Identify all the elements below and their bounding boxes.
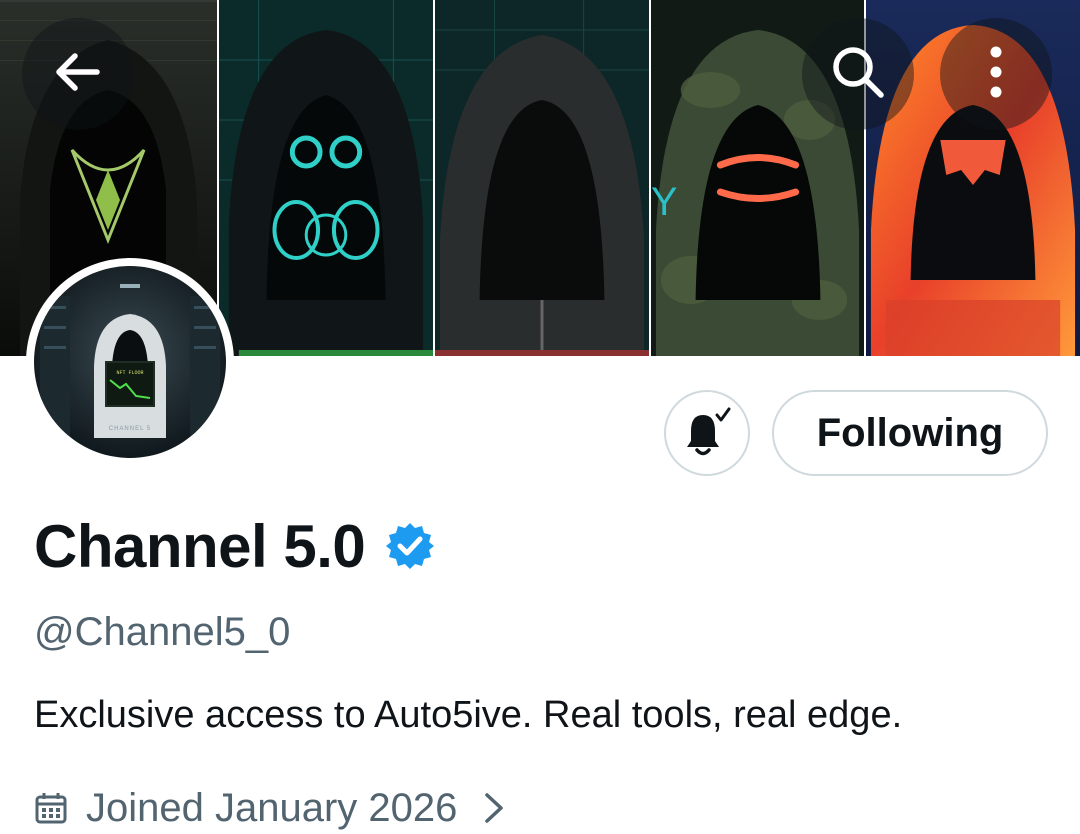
more-vertical-icon xyxy=(986,42,1006,107)
profile-page: Y NFT FLOOR CHANNEL 5 Following Channel … xyxy=(0,0,1080,834)
bell-check-icon xyxy=(679,403,735,464)
joined-date-text: Joined January 2026 xyxy=(86,785,458,830)
back-button[interactable] xyxy=(22,18,134,130)
avatar[interactable]: NFT FLOOR CHANNEL 5 xyxy=(26,258,234,466)
following-button[interactable]: Following xyxy=(772,390,1048,476)
user-handle: @Channel5_0 xyxy=(34,610,291,654)
search-button[interactable] xyxy=(802,18,914,130)
avatar-footer-text: CHANNEL 5 xyxy=(109,426,151,432)
display-name-row: Channel 5.0 xyxy=(34,508,435,584)
display-name: Channel 5.0 xyxy=(34,512,366,580)
banner-panel-dark-hood xyxy=(433,0,649,356)
profile-bio: Exclusive access to Auto5ive. Real tools… xyxy=(34,694,903,736)
chevron-right-icon xyxy=(481,791,507,825)
banner-panel-gas-mask xyxy=(217,0,433,356)
avatar-screen-text: NFT FLOOR xyxy=(116,370,143,376)
calendar-icon xyxy=(34,791,68,825)
svg-text:Y: Y xyxy=(651,180,677,224)
arrow-left-icon xyxy=(51,45,105,104)
joined-date-row[interactable]: Joined January 2026 xyxy=(34,780,507,834)
more-options-button[interactable] xyxy=(940,18,1052,130)
search-icon xyxy=(829,43,887,106)
notifications-button[interactable] xyxy=(664,390,750,476)
avatar-image: NFT FLOOR CHANNEL 5 xyxy=(34,266,226,458)
verified-badge-icon[interactable] xyxy=(385,521,435,571)
